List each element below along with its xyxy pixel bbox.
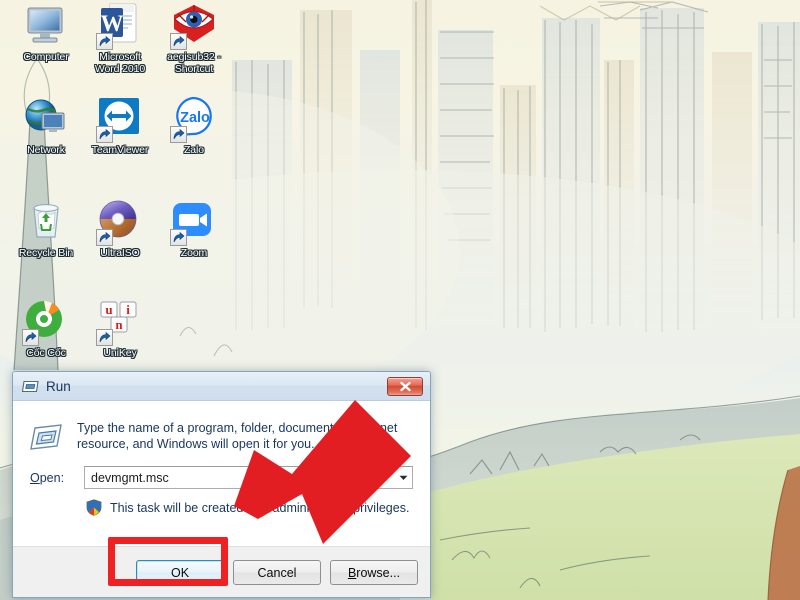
run-description-text: Type the name of a program, folder, docu…: [77, 421, 398, 451]
cancel-button[interactable]: Cancel: [233, 560, 321, 585]
desktop-icon-zalo[interactable]: Zalo Zalo: [156, 95, 232, 157]
desktop-icon-label: Microsoft Word 2010: [94, 51, 146, 75]
desktop-icon-word[interactable]: W Microsoft Word 2010: [82, 2, 158, 75]
recyclebin-icon: [22, 198, 70, 246]
chevron-down-icon[interactable]: [394, 467, 412, 488]
desktop-icon-computer[interactable]: Computer: [8, 2, 84, 64]
run-window-icon: [21, 379, 39, 394]
desktop-icon-unikey[interactable]: u i n UniKey: [82, 298, 158, 360]
shortcut-badge-icon: [170, 33, 187, 50]
desktop-icon-label: Network: [27, 144, 65, 156]
word-icon: W: [96, 2, 144, 50]
zoom-icon: [170, 198, 218, 246]
desktop-icon-recyclebin[interactable]: Recycle Bin: [8, 198, 84, 260]
run-open-row: Open: devmgmt.msc: [13, 453, 430, 489]
svg-text:Zalo: Zalo: [180, 110, 210, 126]
desktop-icon-label: Computer: [23, 51, 69, 63]
desktop-icon-label: Zalo: [183, 144, 205, 156]
svg-text:i: i: [126, 302, 130, 317]
run-open-label: Open:: [30, 471, 84, 485]
desktop-icon-ultraiso[interactable]: UltraISO: [82, 198, 158, 260]
run-open-combobox[interactable]: devmgmt.msc: [84, 466, 413, 489]
run-open-label-rest: pen:: [39, 470, 65, 485]
browse-button-mnemonic: B: [347, 565, 357, 580]
run-open-input-value[interactable]: devmgmt.msc: [91, 471, 394, 485]
ok-button[interactable]: OK: [136, 560, 224, 585]
coccoc-icon: [22, 298, 70, 346]
run-uac-text: This task will be created with administr…: [110, 500, 410, 515]
desktop-icon-label: TeamViewer: [91, 144, 149, 156]
desktop-icon-aegisub[interactable]: aegisub32 - Shortcut: [156, 2, 232, 75]
shortcut-badge-icon: [22, 329, 39, 346]
svg-text:u: u: [105, 302, 112, 317]
aegisub-icon: [170, 2, 218, 50]
shortcut-badge-icon: [170, 229, 187, 246]
desktop-icon-label: UltraISO: [100, 247, 140, 259]
run-app-icon: [30, 421, 64, 453]
browse-button-rest: rowse...: [356, 565, 401, 580]
desktop-icon-label: Recycle Bin: [18, 247, 74, 259]
run-dialog-title: Run: [46, 378, 71, 394]
ultraiso-icon: [96, 198, 144, 246]
browse-button[interactable]: Browse...: [330, 560, 418, 585]
shortcut-badge-icon: [96, 229, 113, 246]
run-dialog-footer: OK Cancel Browse...: [13, 546, 430, 597]
computer-icon: [22, 2, 70, 50]
shortcut-badge-icon: [96, 33, 113, 50]
desktop-icon-label: aegisub32 - Shortcut: [167, 51, 221, 75]
close-icon[interactable]: [387, 376, 423, 396]
shortcut-badge-icon: [96, 329, 113, 346]
svg-text:n: n: [115, 317, 123, 332]
unikey-icon: u i n: [96, 298, 144, 346]
desktop-icon-label: Zoom: [180, 247, 208, 259]
desktop-icon-label: UniKey: [103, 347, 137, 359]
run-dialog: Run Type the name of a program, folder, …: [12, 371, 431, 598]
shortcut-badge-icon: [96, 126, 113, 143]
run-dialog-body: Type the name of a program, folder, docu…: [13, 401, 430, 546]
desktop-icon-coccoc[interactable]: Cốc Cốc: [8, 298, 84, 360]
uac-shield-icon: [86, 499, 102, 516]
desktop-icon-zoom[interactable]: Zoom: [156, 198, 232, 260]
run-uac-row: This task will be created with administr…: [13, 489, 430, 516]
desktop-icon-label: Cốc Cốc: [26, 347, 66, 359]
zalo-icon: Zalo: [170, 95, 218, 143]
run-open-label-mnemonic: O: [30, 470, 40, 485]
teamviewer-icon: [96, 95, 144, 143]
network-icon: [22, 95, 70, 143]
desktop-icon-teamviewer[interactable]: TeamViewer: [82, 95, 158, 157]
desktop-icon-network[interactable]: Network: [8, 95, 84, 157]
run-dialog-titlebar[interactable]: Run: [13, 372, 430, 401]
run-description-row: Type the name of a program, folder, docu…: [13, 401, 430, 453]
shortcut-badge-icon: [170, 126, 187, 143]
